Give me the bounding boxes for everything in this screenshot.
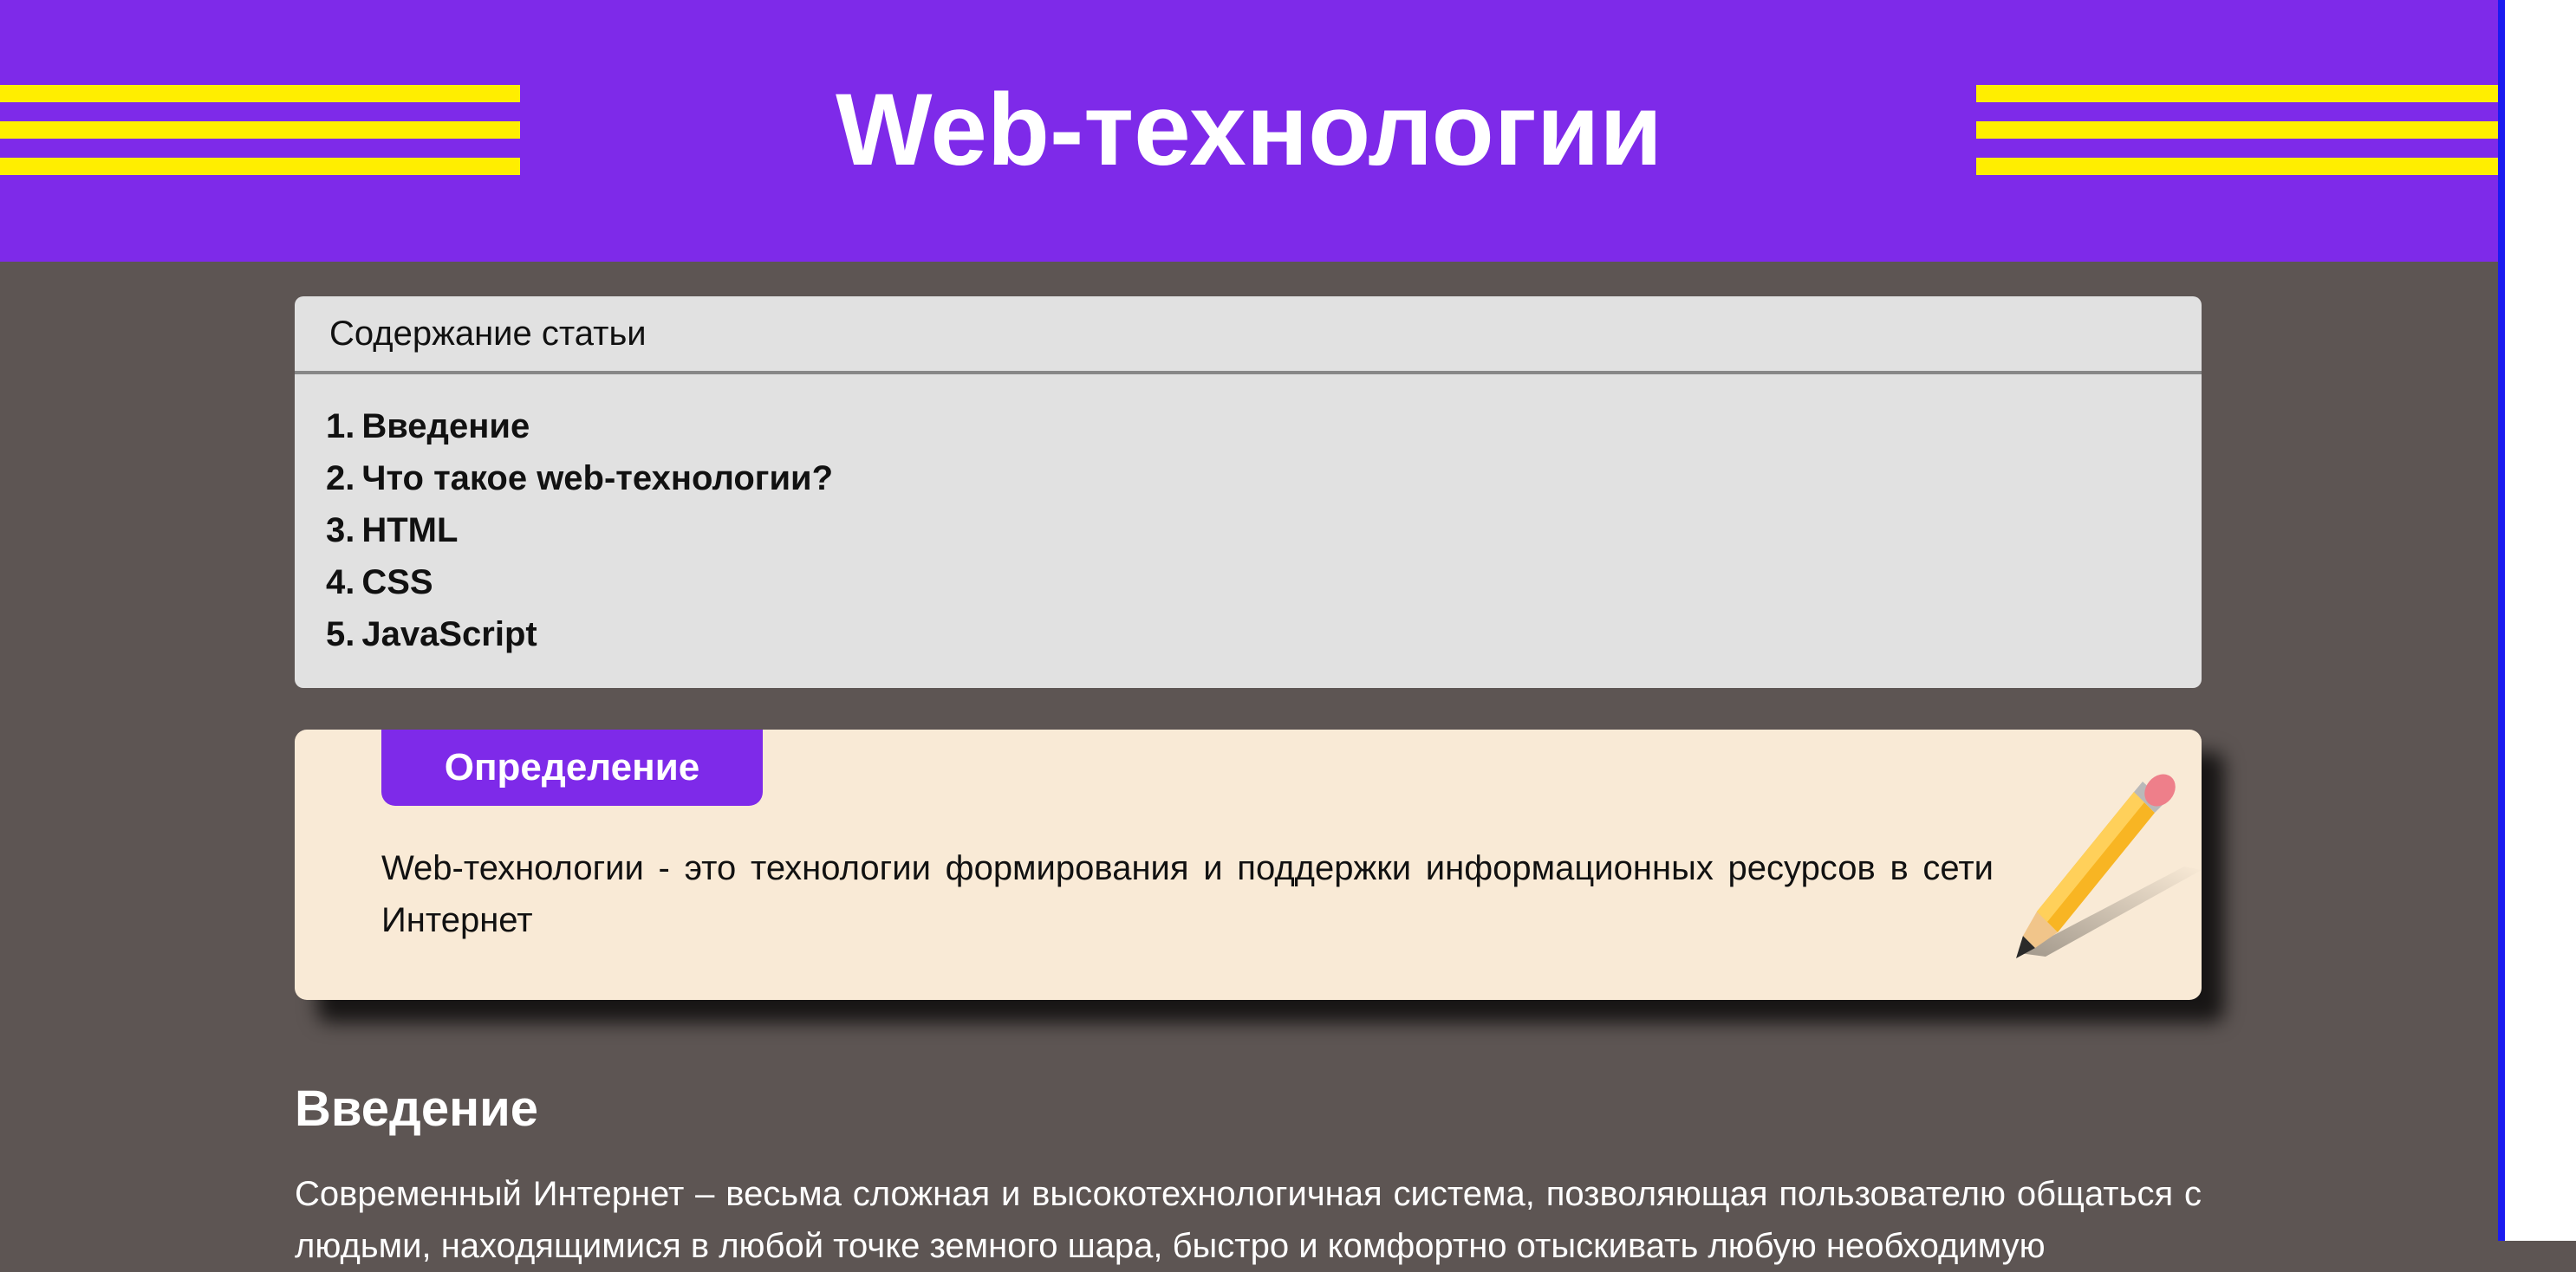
toc-item-number: 5. xyxy=(326,615,355,653)
toc-item-label: CSS xyxy=(361,563,433,601)
toc-item-label: HTML xyxy=(361,511,459,549)
page: Web-технологии Содержание статьи 1. Введе… xyxy=(0,0,2498,1265)
toc-link-introduction[interactable]: 1. Введение xyxy=(326,400,833,452)
toc-item-label: Введение xyxy=(361,407,530,445)
toc-link-css[interactable]: 4. CSS xyxy=(326,556,833,608)
section-title-introduction: Введение xyxy=(295,1081,539,1137)
pencil-icon xyxy=(2016,774,2202,958)
toc-header: Содержание статьи xyxy=(295,296,2202,374)
definition-text: Web-технологии - это технологии формиров… xyxy=(381,849,1994,939)
toc-item-number: 2. xyxy=(326,459,355,497)
toc-link-what-are-web-technologies[interactable]: 2. Что такое web-технологии? xyxy=(326,452,833,504)
stripe xyxy=(1976,121,2498,139)
toc-list: 1. Введение 2. Что такое web-технологии? 3… xyxy=(326,400,833,660)
toc-item-number: 1. xyxy=(326,407,355,445)
toc-item-number: 3. xyxy=(326,511,355,549)
table-of-contents: Содержание статьи 1. Введение 2. Что такое… xyxy=(295,296,2202,688)
site-header: Web-технологии xyxy=(0,0,2498,262)
window-right-border xyxy=(2498,0,2505,1241)
introduction-paragraph: Современный Интернет – весьма сложная и … xyxy=(295,1175,2202,1265)
window-right-margin xyxy=(2505,0,2576,1241)
toc-link-html[interactable]: 3. HTML xyxy=(326,504,833,556)
definition-tab: Определение xyxy=(381,730,763,806)
toc-link-javascript[interactable]: 5. JavaScript xyxy=(326,608,833,660)
toc-item-label: JavaScript xyxy=(361,615,537,653)
toc-title: Содержание статьи xyxy=(329,315,647,353)
header-stripes-right xyxy=(1976,85,2498,175)
toc-item-label: Что такое web-технологии? xyxy=(361,459,834,497)
stripe xyxy=(1976,85,2498,102)
toc-item-number: 4. xyxy=(326,563,355,601)
stripe xyxy=(1976,158,2498,175)
definition-card: Определение Web-технологии - это техноло… xyxy=(295,730,2202,1000)
